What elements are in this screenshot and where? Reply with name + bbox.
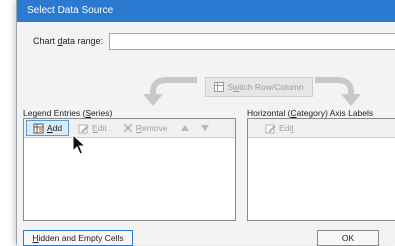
chart-data-range-input[interactable] — [109, 33, 395, 50]
triangle-up-icon — [181, 125, 190, 131]
add-label: Add — [47, 123, 63, 133]
category-list[interactable] — [248, 138, 395, 220]
mouse-pointer-icon — [72, 134, 86, 155]
edit-label: Edit — [92, 123, 107, 133]
series-list[interactable] — [24, 138, 235, 220]
chart-data-range-label: Chart data range: — [33, 36, 104, 46]
edit-icon — [265, 124, 276, 133]
right-curved-arrow-icon — [315, 77, 361, 106]
select-data-source-dialog: Select Data Source Chart data range: Swi… — [16, 0, 395, 246]
remove-label: Remove — [135, 123, 168, 133]
left-curved-arrow-icon — [143, 77, 197, 106]
chart-data-range-row: Chart data range: — [33, 36, 109, 46]
legend-toolbar: Add Edit Remove — [24, 119, 235, 138]
edit-icon — [78, 124, 89, 133]
axis-toolbar: Edit — [248, 119, 395, 138]
switch-row-column-label: Switch Row/Column — [227, 82, 304, 92]
move-up-button[interactable] — [176, 120, 194, 136]
ok-button[interactable]: OK — [317, 230, 379, 246]
move-down-button[interactable] — [196, 120, 214, 136]
axis-labels-label: Horizontal (Category) Axis Labels — [247, 108, 374, 118]
switch-row-column-icon — [214, 82, 225, 92]
remove-series-button[interactable]: Remove — [116, 120, 175, 136]
switch-row-column-area: Switch Row/Column — [137, 70, 367, 110]
add-icon — [33, 123, 44, 133]
hidden-empty-cells-label: Hidden and Empty Cells — [32, 233, 124, 243]
add-series-button[interactable]: Add — [26, 120, 70, 136]
switch-row-column-button[interactable]: Switch Row/Column — [205, 77, 313, 97]
legend-entries-label: Legend Entries (Series) — [23, 108, 113, 118]
axis-labels-panel: Edit — [247, 118, 395, 221]
remove-icon — [123, 123, 133, 133]
edit-axis-labels-button[interactable]: Edit — [258, 120, 301, 136]
edit-axis-label: Edit — [279, 123, 294, 133]
legend-entries-panel: Add Edit Remove — [23, 118, 236, 221]
hidden-empty-cells-button[interactable]: Hidden and Empty Cells — [23, 230, 133, 246]
dialog-title: Select Data Source — [17, 0, 395, 22]
triangle-down-icon — [201, 125, 210, 131]
